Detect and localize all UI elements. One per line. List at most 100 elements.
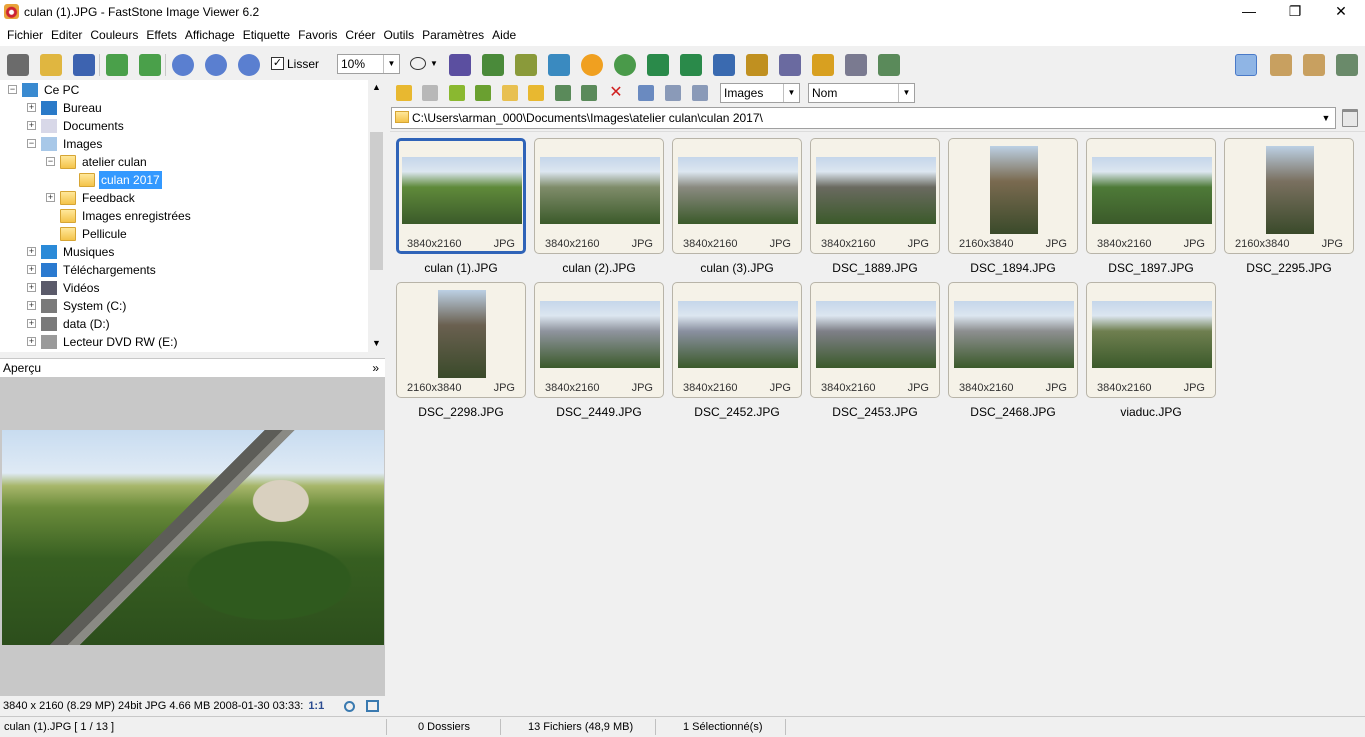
draw-icon[interactable]	[779, 54, 801, 76]
thumbnail-card[interactable]: 3840x2160 JPG	[810, 282, 940, 398]
menu-affichage[interactable]: Affichage	[181, 24, 239, 46]
menu-effets[interactable]: Effets	[142, 24, 180, 46]
tree-item[interactable]: + Feedback	[0, 189, 368, 207]
rotate-right-icon[interactable]	[680, 54, 702, 76]
tree-item[interactable]: − Ce PC	[0, 81, 368, 99]
thumbnail-filename[interactable]: DSC_1897.JPG	[1081, 261, 1221, 275]
favorite-folder-icon[interactable]	[528, 85, 544, 101]
smooth-checkbox[interactable]: ✓	[271, 57, 284, 70]
zoom-in-icon[interactable]	[172, 54, 194, 76]
thumbnail-filename[interactable]: culan (3).JPG	[667, 261, 807, 275]
flip-icon[interactable]	[713, 54, 735, 76]
details-view-icon[interactable]	[692, 85, 708, 101]
menu-fichier[interactable]: Fichier	[3, 24, 47, 46]
menu-favoris[interactable]: Favoris	[294, 24, 341, 46]
thumbnail-card[interactable]: 2160x3840 JPG	[396, 282, 526, 398]
zoom-out-icon[interactable]	[205, 54, 227, 76]
expand-icon[interactable]: +	[27, 337, 36, 346]
ellipse-select-icon[interactable]	[410, 57, 426, 70]
view-preview-icon[interactable]	[1270, 54, 1292, 76]
zoom-select[interactable]: 10% ▼	[337, 54, 400, 74]
thumbnail-filename[interactable]: culan (2).JPG	[529, 261, 669, 275]
maximize-button[interactable]: ❐	[1272, 0, 1318, 24]
expand-icon[interactable]: +	[27, 247, 36, 256]
forward-icon[interactable]	[422, 85, 438, 101]
recycle-bin-icon[interactable]	[1342, 109, 1358, 127]
rotate-left-icon[interactable]	[647, 54, 669, 76]
tree-item[interactable]: + Téléchargements	[0, 261, 368, 279]
thumbnail-card[interactable]: 3840x2160 JPG	[810, 138, 940, 254]
file-type-filter[interactable]: Images ▼	[720, 83, 800, 103]
thumbnail-card[interactable]: 3840x2160 JPG	[1086, 282, 1216, 398]
chevron-down-icon[interactable]: ▼	[430, 59, 438, 68]
view-thumbnails-icon[interactable]	[1235, 54, 1257, 76]
thumbnail-card[interactable]: 3840x2160 JPG	[534, 138, 664, 254]
thumbnail-filename[interactable]: DSC_2453.JPG	[805, 405, 945, 419]
actual-size-icon[interactable]	[238, 54, 260, 76]
camera-icon[interactable]	[7, 54, 29, 76]
thumbnail-card[interactable]: 2160x3840 JPG	[1224, 138, 1354, 254]
collapse-icon[interactable]: −	[8, 85, 17, 94]
close-button[interactable]: ✕	[1318, 0, 1364, 24]
thumbnail-filename[interactable]: DSC_2468.JPG	[943, 405, 1083, 419]
copy-icon[interactable]	[555, 85, 571, 101]
thumbnail-filename[interactable]: culan (1).JPG	[391, 261, 531, 275]
next-icon[interactable]	[139, 54, 161, 76]
list-view-icon[interactable]	[665, 85, 681, 101]
thumbnail-filename[interactable]: DSC_2449.JPG	[529, 405, 669, 419]
delete-icon[interactable]: ✕	[608, 85, 624, 101]
view-single-icon[interactable]	[1303, 54, 1325, 76]
tree-item[interactable]: − atelier culan	[0, 153, 368, 171]
new-folder-icon[interactable]	[502, 85, 518, 101]
thumbnail-card[interactable]: 3840x2160 JPG	[672, 282, 802, 398]
thumbnail-card[interactable]: 2160x3840 JPG	[948, 138, 1078, 254]
thumbnail-filename[interactable]: DSC_1889.JPG	[805, 261, 945, 275]
thumbnail-filename[interactable]: DSC_1894.JPG	[943, 261, 1083, 275]
up-folder-icon[interactable]	[449, 85, 465, 101]
scroll-thumb[interactable]	[370, 132, 383, 270]
save-icon[interactable]	[73, 54, 95, 76]
minimize-button[interactable]: —	[1226, 0, 1272, 24]
color-balance-icon[interactable]	[548, 54, 570, 76]
resize-icon[interactable]	[746, 54, 768, 76]
expand-icon[interactable]: +	[27, 301, 36, 310]
filmstrip-icon[interactable]	[449, 54, 471, 76]
menu-outils[interactable]: Outils	[379, 24, 418, 46]
email-icon[interactable]	[812, 54, 834, 76]
previous-icon[interactable]	[106, 54, 128, 76]
chevron-down-icon[interactable]: ▼	[1317, 108, 1335, 128]
back-icon[interactable]	[396, 85, 412, 101]
open-folder-icon[interactable]	[40, 54, 62, 76]
tree-item[interactable]: + System (C:)	[0, 297, 368, 315]
thumbnail-view-icon[interactable]	[638, 85, 654, 101]
tree-item[interactable]: Pellicule	[0, 225, 368, 243]
tree-item[interactable]: + Vidéos	[0, 279, 368, 297]
thumbnail-filename[interactable]: DSC_2295.JPG	[1219, 261, 1359, 275]
crop-icon[interactable]	[515, 54, 537, 76]
tree-item[interactable]: + Bureau	[0, 99, 368, 117]
menu-parametres[interactable]: Paramètres	[418, 24, 488, 46]
tree-item[interactable]: Images enregistrées	[0, 207, 368, 225]
expand-icon[interactable]: +	[27, 319, 36, 328]
thumbnail-card[interactable]: 3840x2160 JPG	[534, 282, 664, 398]
fit-icon[interactable]	[344, 701, 355, 712]
thumbnail-card[interactable]: 3840x2160 JPG	[672, 138, 802, 254]
menu-couleurs[interactable]: Couleurs	[86, 24, 142, 46]
copy-to-folder-icon[interactable]	[482, 54, 504, 76]
tree-item[interactable]: + Musiques	[0, 243, 368, 261]
menu-editer[interactable]: Editer	[47, 24, 86, 46]
thumbnail-card[interactable]: 3840x2160 JPG	[396, 138, 526, 254]
print-icon[interactable]	[845, 54, 867, 76]
move-icon[interactable]	[581, 85, 597, 101]
preview-image[interactable]	[2, 430, 384, 645]
scroll-up-icon[interactable]: ▲	[372, 82, 381, 92]
fullscreen-icon[interactable]	[1336, 54, 1358, 76]
collapse-icon[interactable]: »	[372, 359, 379, 378]
red-eye-icon[interactable]	[614, 54, 636, 76]
thumbnail-card[interactable]: 3840x2160 JPG	[1086, 138, 1216, 254]
thumbnail-filename[interactable]: DSC_2298.JPG	[391, 405, 531, 419]
collapse-icon[interactable]: −	[27, 139, 36, 148]
refresh-icon[interactable]	[475, 85, 491, 101]
expand-icon[interactable]: +	[27, 103, 36, 112]
menu-etiquette[interactable]: Etiquette	[239, 24, 294, 46]
